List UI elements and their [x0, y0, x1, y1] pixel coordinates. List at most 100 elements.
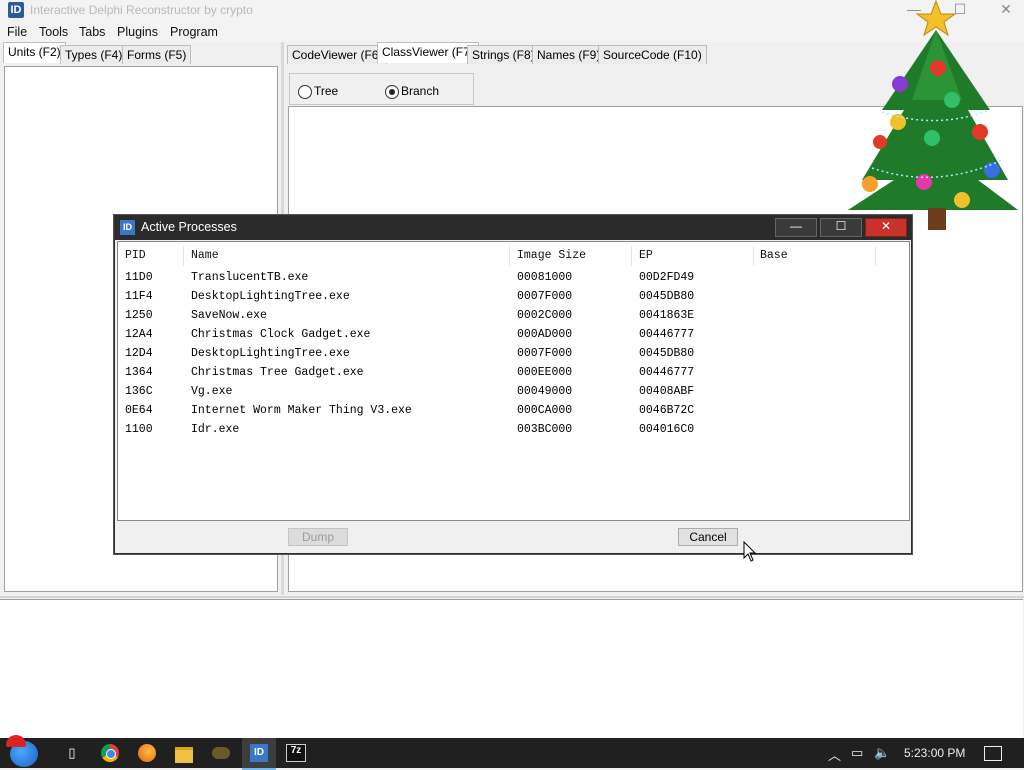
7zip-icon[interactable]: 7z	[286, 744, 306, 762]
process-row[interactable]: 1364 Christmas Tree Gadget.exe 000EE000 004…	[118, 363, 908, 382]
process-row[interactable]: 1100 Idr.exe 003BC000 004016C0	[118, 420, 908, 439]
firefox-icon[interactable]	[137, 743, 157, 763]
process-rows: 11D0 TranslucentTB.exe 00081000 00D2FD49 11F…	[118, 268, 908, 518]
cell-ep: 0045DB80	[639, 347, 695, 360]
column-header-image-size[interactable]: Image Size	[510, 246, 632, 266]
chevron-up-icon[interactable]: ︿	[828, 745, 841, 764]
menu-tabs[interactable]: Tabs	[79, 25, 105, 39]
column-header-pid[interactable]: PID	[118, 246, 184, 266]
cell-pid: 11D0	[125, 271, 153, 284]
start-button[interactable]	[6, 735, 38, 767]
tree-radio-label[interactable]: Tree	[314, 84, 338, 98]
column-header-ep[interactable]: EP	[632, 246, 754, 266]
menu-tools[interactable]: Tools	[39, 25, 68, 39]
column-header-name[interactable]: Name	[184, 246, 510, 266]
clock[interactable]: 5:23:00 PM	[904, 746, 965, 760]
main-window-title: Interactive Delphi Reconstructor by cryp…	[30, 3, 253, 17]
taskbar: ▯ ID 7z ︿ ▭ 🔈 5:23:00 PM	[0, 735, 1024, 770]
idr-taskbar-icon: ID	[250, 744, 268, 762]
dialog-title: Active Processes	[141, 220, 237, 234]
chrome-icon[interactable]	[100, 743, 120, 763]
dialog-maximize-button[interactable]: ☐	[820, 218, 862, 237]
process-row[interactable]: 0E64 Internet Worm Maker Thing V3.exe 000C…	[118, 401, 908, 420]
idr-taskbar-button[interactable]: ID	[242, 738, 276, 770]
cell-pid: 0E64	[125, 404, 153, 417]
cell-name: DesktopLightingTree.exe	[191, 290, 350, 303]
cell-name: SaveNow.exe	[191, 309, 267, 322]
tab-classviewer[interactable]: ClassViewer (F7)	[377, 42, 479, 63]
menu-program[interactable]: Program	[170, 25, 218, 39]
tab-codeviewer[interactable]: CodeViewer (F6)	[287, 45, 388, 64]
dialog-title-bar[interactable]: ID Active Processes — ☐ ✕	[115, 216, 911, 240]
cell-ep: 0046B72C	[639, 404, 695, 417]
cell-pid: 12D4	[125, 347, 153, 360]
process-row[interactable]: 1250 SaveNow.exe 0002C000 0041863E	[118, 306, 908, 325]
christmas-tree-gadget[interactable]	[842, 0, 1022, 238]
process-row[interactable]: 11F4 DesktopLightingTree.exe 0007F000 0045D…	[118, 287, 908, 306]
cell-image-size: 000EE000	[517, 366, 573, 379]
cell-ep: 00408ABF	[639, 385, 695, 398]
cell-image-size: 0007F000	[517, 347, 573, 360]
cell-image-size: 00081000	[517, 271, 573, 284]
cell-pid: 12A4	[125, 328, 153, 341]
cell-name: Idr.exe	[191, 423, 240, 436]
task-view-icon[interactable]: ▯	[62, 743, 82, 763]
tab-names[interactable]: Names (F9)	[532, 45, 606, 64]
cell-pid: 11F4	[125, 290, 153, 303]
tab-forms[interactable]: Forms (F5)	[122, 45, 192, 64]
cancel-button[interactable]: Cancel	[678, 528, 738, 546]
cell-image-size: 000AD000	[517, 328, 573, 341]
cell-ep: 004016C0	[639, 423, 695, 436]
process-row[interactable]: 12A4 Christmas Clock Gadget.exe 000AD000 00…	[118, 325, 908, 344]
worm-tool-icon[interactable]	[211, 743, 231, 763]
tree-star-icon	[915, 0, 957, 37]
column-header-base[interactable]: Base	[753, 246, 876, 266]
branch-radio[interactable]	[385, 85, 399, 99]
cell-image-size: 0007F000	[517, 290, 573, 303]
process-list[interactable]: PID Name Image Size EP Base 11D0 Transluc…	[117, 241, 910, 521]
cell-image-size: 00049000	[517, 385, 573, 398]
cell-name: Internet Worm Maker Thing V3.exe	[191, 404, 412, 417]
cell-pid: 1250	[125, 309, 153, 322]
dialog-close-button[interactable]: ✕	[865, 218, 907, 237]
tab-units[interactable]: Units (F2)	[3, 42, 66, 63]
horizontal-splitter[interactable]	[0, 596, 1024, 598]
tab-types[interactable]: Types (F4)	[60, 45, 128, 64]
process-row[interactable]: 11D0 TranslucentTB.exe 00081000 00D2FD49	[118, 268, 908, 287]
tab-strings[interactable]: Strings (F8)	[467, 45, 540, 64]
cell-image-size: 000CA000	[517, 404, 573, 417]
cell-ep: 00446777	[639, 366, 695, 379]
cell-name: Christmas Clock Gadget.exe	[191, 328, 371, 341]
active-processes-dialog: ID Active Processes — ☐ ✕ PID Name Image…	[114, 215, 912, 554]
menu-plugins[interactable]: Plugins	[117, 25, 158, 39]
cell-ep: 0045DB80	[639, 290, 695, 303]
cell-pid: 1100	[125, 423, 153, 436]
dialog-minimize-button[interactable]: —	[775, 218, 817, 237]
process-row[interactable]: 12D4 DesktopLightingTree.exe 0007F000 0045D…	[118, 344, 908, 363]
file-explorer-icon[interactable]	[174, 743, 194, 763]
branch-radio-label[interactable]: Branch	[401, 84, 439, 98]
output-panel[interactable]	[0, 599, 1023, 738]
mouse-cursor-icon	[743, 541, 757, 562]
volume-icon[interactable]: 🔈	[874, 745, 890, 761]
cell-pid: 136C	[125, 385, 153, 398]
cell-ep: 00446777	[639, 328, 695, 341]
tab-sourcecode[interactable]: SourceCode (F10)	[598, 45, 707, 64]
cell-name: TranslucentTB.exe	[191, 271, 309, 284]
process-row[interactable]: 136C Vg.exe 00049000 00408ABF	[118, 382, 908, 401]
cell-image-size: 003BC000	[517, 423, 573, 436]
network-icon[interactable]: ▭	[851, 745, 863, 761]
idr-app-icon: ID	[8, 2, 24, 18]
tree-trunk	[928, 208, 946, 230]
cell-image-size: 0002C000	[517, 309, 573, 322]
cell-ep: 00D2FD49	[639, 271, 695, 284]
cell-name: Christmas Tree Gadget.exe	[191, 366, 364, 379]
view-mode-group: Tree Branch	[289, 73, 474, 105]
tree-radio[interactable]	[298, 85, 312, 99]
dump-button[interactable]: Dump	[288, 528, 348, 546]
cell-name: Vg.exe	[191, 385, 233, 398]
action-center-icon[interactable]	[984, 746, 1002, 761]
menu-file[interactable]: File	[7, 25, 27, 39]
dialog-app-icon: ID	[120, 220, 135, 235]
cell-ep: 0041863E	[639, 309, 695, 322]
